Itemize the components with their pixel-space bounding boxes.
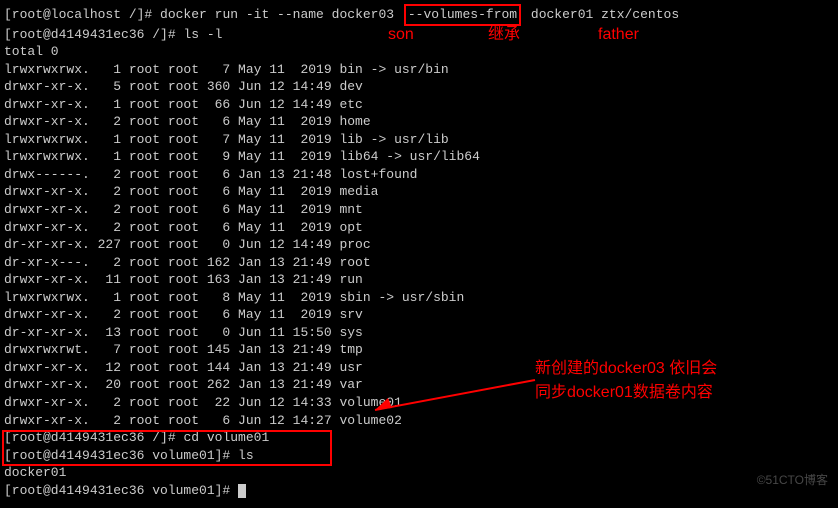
prompt: [root@d4149431ec36 /]# <box>4 430 183 445</box>
volumes-from-highlight: --volumes-from <box>404 4 521 26</box>
listing-row: lrwxrwxrwx. 1 root root 7 May 11 2019 li… <box>4 131 834 149</box>
listing-row: drwx------. 2 root root 6 Jan 13 21:48 l… <box>4 166 834 184</box>
annotation-comment2: 同步docker01数据卷内容 <box>535 382 713 404</box>
cmd-text: docker run -it --name docker03 <box>160 7 402 22</box>
cmd-text: ls -l <box>183 27 222 42</box>
command-line-cd: [root@d4149431ec36 /]# cd volume01 <box>4 429 834 447</box>
terminal-output: [root@localhost /]# docker run -it --nam… <box>4 4 834 499</box>
watermark-text: ©51CTO博客 <box>757 472 828 488</box>
listing-row: drwxr-xr-x. 5 root root 360 Jun 12 14:49… <box>4 78 834 96</box>
listing-row: drwxr-xr-x. 2 root root 6 May 11 2019 op… <box>4 219 834 237</box>
prompt: [root@localhost /]# <box>4 7 160 22</box>
annotation-son: son <box>388 24 414 46</box>
listing-row: drwxr-xr-x. 2 root root 6 May 11 2019 mn… <box>4 201 834 219</box>
listing-row: drwxr-xr-x. 2 root root 6 May 11 2019 sr… <box>4 306 834 324</box>
total-line: total 0 <box>4 43 834 61</box>
annotation-inherit: 继承 <box>488 24 520 46</box>
prompt: [root@d4149431ec36 /]# <box>4 27 183 42</box>
prompt: [root@d4149431ec36 volume01]# <box>4 483 238 498</box>
ls-output: docker01 <box>4 464 834 482</box>
cmd-text: ls <box>238 448 254 463</box>
cmd-text: cd volume01 <box>183 430 269 445</box>
command-line-final: [root@d4149431ec36 volume01]# <box>4 482 834 500</box>
listing-row: dr-xr-xr-x. 13 root root 0 Jun 11 15:50 … <box>4 324 834 342</box>
listing-row: drwxr-xr-x. 1 root root 66 Jun 12 14:49 … <box>4 96 834 114</box>
annotation-father: father <box>598 24 639 46</box>
listing-row: dr-xr-xr-x. 227 root root 0 Jun 12 14:49… <box>4 236 834 254</box>
listing-row: drwxr-xr-x. 2 root root 6 Jun 12 14:27 v… <box>4 412 834 430</box>
prompt: [root@d4149431ec36 volume01]# <box>4 448 238 463</box>
listing-row: lrwxrwxrwx. 1 root root 9 May 11 2019 li… <box>4 148 834 166</box>
listing-row: drwxr-xr-x. 2 root root 6 May 11 2019 me… <box>4 183 834 201</box>
listing-row: dr-xr-x---. 2 root root 162 Jan 13 21:49… <box>4 254 834 272</box>
listing-row: drwxr-xr-x. 2 root root 6 May 11 2019 ho… <box>4 113 834 131</box>
listing-row: drwxr-xr-x. 11 root root 163 Jan 13 21:4… <box>4 271 834 289</box>
listing-row: lrwxrwxrwx. 1 root root 8 May 11 2019 sb… <box>4 289 834 307</box>
command-line-2: [root@d4149431ec36 /]# ls -l <box>4 26 834 44</box>
listing-row: drwxrwxrwt. 7 root root 145 Jan 13 21:49… <box>4 341 834 359</box>
cmd-text: docker01 ztx/centos <box>523 7 679 22</box>
command-line-ls: [root@d4149431ec36 volume01]# ls <box>4 447 834 465</box>
listing-row: lrwxrwxrwx. 1 root root 7 May 11 2019 bi… <box>4 61 834 79</box>
annotation-comment1: 新创建的docker03 依旧会 <box>535 358 717 380</box>
command-line-1: [root@localhost /]# docker run -it --nam… <box>4 4 834 26</box>
cursor-icon <box>238 484 246 498</box>
